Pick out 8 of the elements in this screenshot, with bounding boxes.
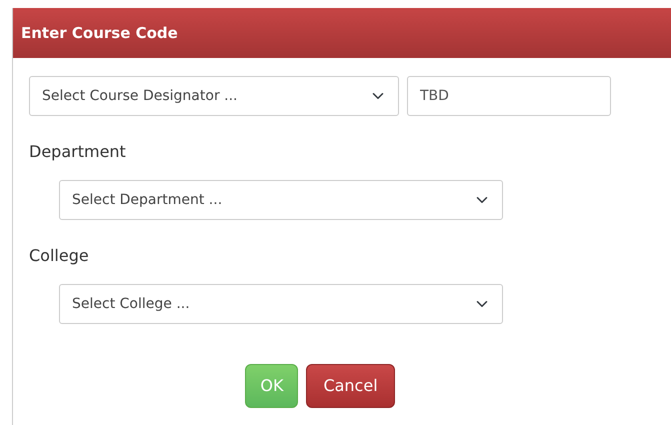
cancel-button[interactable]: Cancel: [306, 364, 395, 408]
dropdown-select[interactable]: Select College ...: [59, 284, 503, 324]
dialog-title: Enter Course Code: [21, 22, 178, 44]
dropdown-select[interactable]: Select Department ...: [59, 180, 503, 220]
field-label: College: [29, 245, 90, 267]
course-designator-select[interactable]: Select Course Designator ...: [29, 76, 399, 116]
course-code-field[interactable]: TBD: [407, 76, 611, 116]
field-label: Department: [29, 141, 127, 163]
